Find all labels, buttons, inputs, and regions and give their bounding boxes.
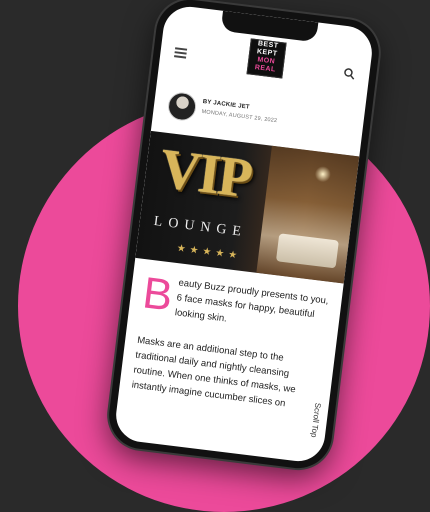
- hero-lounge-text: LOUNGE: [152, 213, 248, 241]
- hero-stars: ★★★★★: [176, 242, 242, 262]
- post-date: MONDAY, AUGUST 29, 2022: [201, 108, 278, 125]
- hero-vip-text: VIP: [156, 137, 254, 211]
- body-paragraph: Masks are an additional step to the trad…: [131, 334, 297, 410]
- dropcap-letter: B: [140, 268, 176, 321]
- article-lead: B eauty Buzz proudly presents to you, 6 …: [140, 268, 332, 339]
- phone-screen: BEST KEPT MON REAL BY JACKIE JET MONDAY,…: [113, 3, 375, 465]
- search-icon[interactable]: [343, 66, 356, 80]
- author-avatar[interactable]: [166, 90, 198, 123]
- lead-paragraph: eauty Buzz proudly presents to you, 6 fa…: [174, 277, 330, 325]
- hero-image: VIP LOUNGE ★★★★★: [135, 130, 360, 284]
- site-logo[interactable]: BEST KEPT MON REAL: [246, 38, 287, 79]
- scroll-top-label: Scroll Top: [309, 402, 323, 439]
- hamburger-menu-icon[interactable]: [174, 47, 188, 59]
